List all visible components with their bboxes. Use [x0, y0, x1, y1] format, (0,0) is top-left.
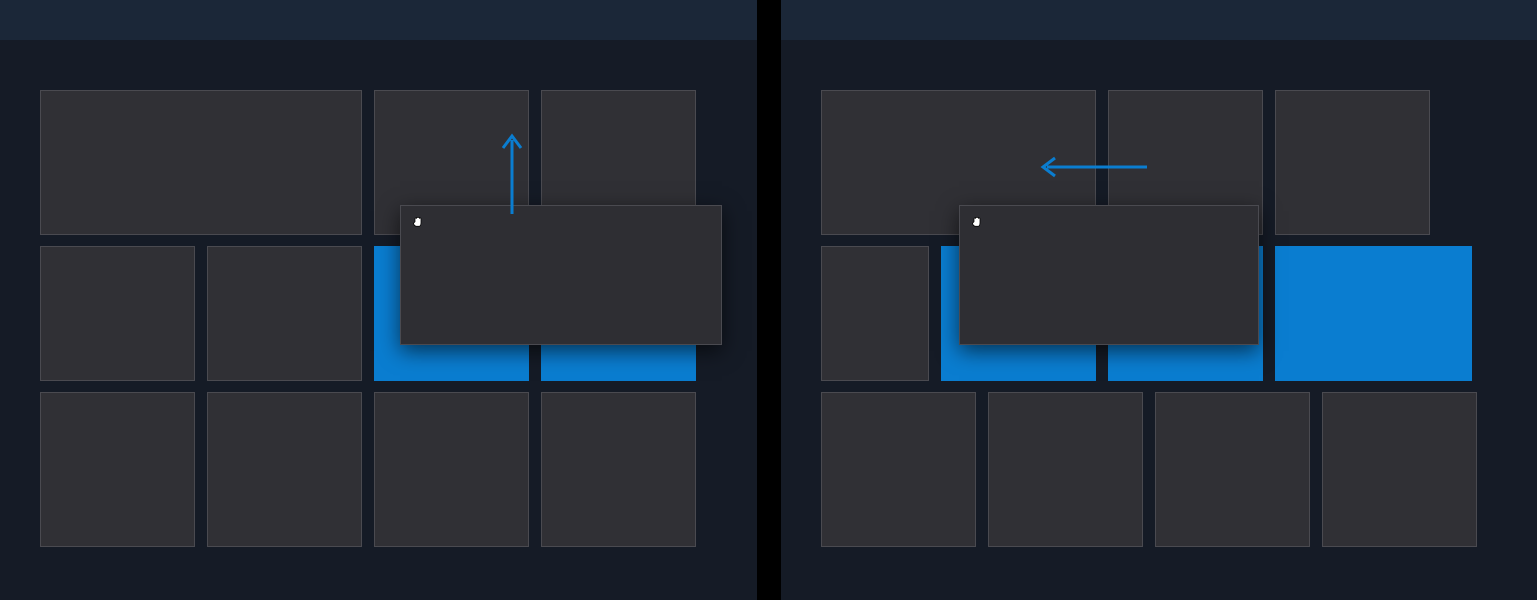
dragging-panel[interactable]: [959, 205, 1259, 345]
panel[interactable]: [988, 392, 1143, 547]
panel[interactable]: [821, 392, 976, 547]
panel[interactable]: [207, 392, 362, 547]
panel-drop-target[interactable]: [1275, 246, 1472, 381]
panel[interactable]: [40, 90, 362, 235]
panel[interactable]: [1275, 90, 1430, 235]
panel[interactable]: [374, 392, 529, 547]
panel[interactable]: [40, 246, 195, 381]
dashboard-grid-left[interactable]: [0, 40, 757, 600]
topbar-left: [0, 0, 757, 40]
panel[interactable]: [1155, 392, 1310, 547]
topbar-right: [781, 0, 1537, 40]
panel[interactable]: [821, 246, 929, 381]
panel[interactable]: [207, 246, 362, 381]
panel[interactable]: [40, 392, 195, 547]
grab-cursor-icon: [968, 212, 986, 230]
panel[interactable]: [541, 392, 696, 547]
grab-cursor-icon: [409, 212, 427, 230]
pane-right: [769, 0, 1537, 600]
panel[interactable]: [1322, 392, 1477, 547]
pane-left: [0, 0, 769, 600]
dashboard-grid-right[interactable]: [781, 40, 1537, 600]
dragging-panel[interactable]: [400, 205, 722, 345]
